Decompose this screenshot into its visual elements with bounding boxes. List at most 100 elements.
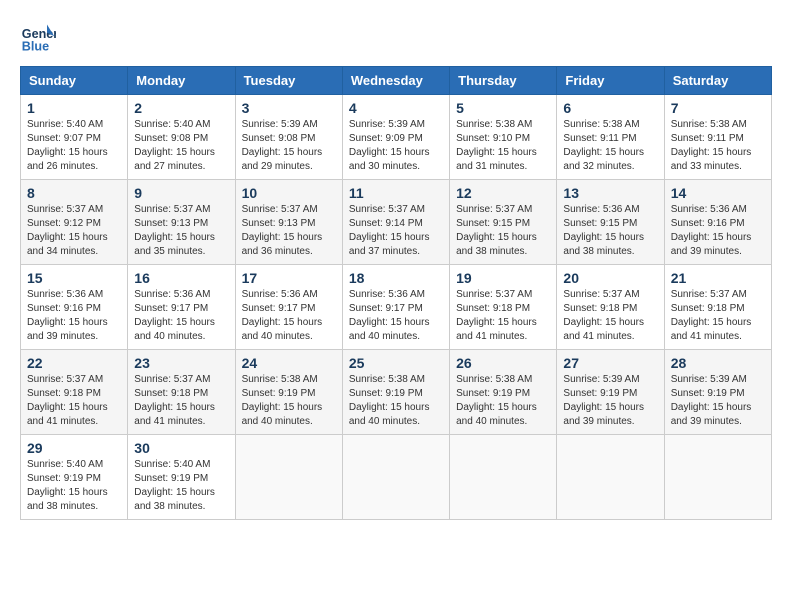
day-number: 20	[563, 270, 657, 286]
day-number: 12	[456, 185, 550, 201]
day-info: Sunrise: 5:36 AM Sunset: 9:17 PM Dayligh…	[349, 288, 443, 344]
svg-text:Blue: Blue	[22, 40, 49, 54]
day-number: 17	[242, 270, 336, 286]
calendar-cell: 19 Sunrise: 5:37 AM Sunset: 9:18 PM Dayli…	[450, 265, 557, 350]
day-info: Sunrise: 5:36 AM Sunset: 9:17 PM Dayligh…	[242, 288, 336, 344]
day-info: Sunrise: 5:38 AM Sunset: 9:19 PM Dayligh…	[349, 373, 443, 429]
logo: General Blue	[20, 20, 56, 56]
day-info: Sunrise: 5:37 AM Sunset: 9:18 PM Dayligh…	[671, 288, 765, 344]
day-number: 10	[242, 185, 336, 201]
calendar-cell	[235, 435, 342, 520]
calendar-cell: 2 Sunrise: 5:40 AM Sunset: 9:08 PM Daylig…	[128, 95, 235, 180]
day-number: 7	[671, 100, 765, 116]
day-info: Sunrise: 5:36 AM Sunset: 9:16 PM Dayligh…	[27, 288, 121, 344]
day-number: 19	[456, 270, 550, 286]
calendar-cell: 30 Sunrise: 5:40 AM Sunset: 9:19 PM Dayli…	[128, 435, 235, 520]
calendar-header-row: SundayMondayTuesdayWednesdayThursdayFrid…	[21, 67, 772, 95]
day-info: Sunrise: 5:36 AM Sunset: 9:16 PM Dayligh…	[671, 203, 765, 259]
day-info: Sunrise: 5:39 AM Sunset: 9:19 PM Dayligh…	[563, 373, 657, 429]
calendar-cell: 14 Sunrise: 5:36 AM Sunset: 9:16 PM Dayli…	[664, 180, 771, 265]
day-info: Sunrise: 5:37 AM Sunset: 9:14 PM Dayligh…	[349, 203, 443, 259]
day-number: 22	[27, 355, 121, 371]
day-info: Sunrise: 5:37 AM Sunset: 9:18 PM Dayligh…	[563, 288, 657, 344]
calendar-cell	[664, 435, 771, 520]
calendar-cell: 10Sunrise: 5:37 AM Sunset: 9:13 PM Dayli…	[235, 180, 342, 265]
day-info: Sunrise: 5:37 AM Sunset: 9:18 PM Dayligh…	[27, 373, 121, 429]
calendar-week-row: 1 Sunrise: 5:40 AM Sunset: 9:07 PM Daylig…	[21, 95, 772, 180]
calendar-cell: 24 Sunrise: 5:38 AM Sunset: 9:19 PM Dayli…	[235, 350, 342, 435]
calendar-cell	[557, 435, 664, 520]
calendar-cell: 28Sunrise: 5:39 AM Sunset: 9:19 PM Dayli…	[664, 350, 771, 435]
calendar-cell: 11 Sunrise: 5:37 AM Sunset: 9:14 PM Dayli…	[342, 180, 449, 265]
day-info: Sunrise: 5:40 AM Sunset: 9:19 PM Dayligh…	[27, 458, 121, 514]
calendar-cell: 16 Sunrise: 5:36 AM Sunset: 9:17 PM Dayli…	[128, 265, 235, 350]
day-number: 25	[349, 355, 443, 371]
logo-icon: General Blue	[20, 20, 56, 56]
day-number: 13	[563, 185, 657, 201]
day-number: 15	[27, 270, 121, 286]
day-number: 3	[242, 100, 336, 116]
day-number: 14	[671, 185, 765, 201]
day-info: Sunrise: 5:38 AM Sunset: 9:11 PM Dayligh…	[563, 118, 657, 174]
day-number: 5	[456, 100, 550, 116]
calendar-body: 1 Sunrise: 5:40 AM Sunset: 9:07 PM Daylig…	[21, 95, 772, 520]
calendar-cell: 1 Sunrise: 5:40 AM Sunset: 9:07 PM Daylig…	[21, 95, 128, 180]
calendar-cell: 22 Sunrise: 5:37 AM Sunset: 9:18 PM Dayli…	[21, 350, 128, 435]
calendar-cell: 17 Sunrise: 5:36 AM Sunset: 9:17 PM Dayli…	[235, 265, 342, 350]
calendar-cell: 29Sunrise: 5:40 AM Sunset: 9:19 PM Dayli…	[21, 435, 128, 520]
weekday-header-thursday: Thursday	[450, 67, 557, 95]
day-number: 28	[671, 355, 765, 371]
calendar-week-row: 29Sunrise: 5:40 AM Sunset: 9:19 PM Dayli…	[21, 435, 772, 520]
day-number: 8	[27, 185, 121, 201]
day-info: Sunrise: 5:38 AM Sunset: 9:19 PM Dayligh…	[242, 373, 336, 429]
day-number: 4	[349, 100, 443, 116]
calendar-cell: 13 Sunrise: 5:36 AM Sunset: 9:15 PM Dayli…	[557, 180, 664, 265]
calendar-cell: 15 Sunrise: 5:36 AM Sunset: 9:16 PM Dayli…	[21, 265, 128, 350]
day-info: Sunrise: 5:39 AM Sunset: 9:09 PM Dayligh…	[349, 118, 443, 174]
day-info: Sunrise: 5:39 AM Sunset: 9:08 PM Dayligh…	[242, 118, 336, 174]
calendar-week-row: 8 Sunrise: 5:37 AM Sunset: 9:12 PM Daylig…	[21, 180, 772, 265]
calendar-cell	[342, 435, 449, 520]
calendar-cell: 25 Sunrise: 5:38 AM Sunset: 9:19 PM Dayli…	[342, 350, 449, 435]
day-number: 23	[134, 355, 228, 371]
weekday-header-sunday: Sunday	[21, 67, 128, 95]
day-info: Sunrise: 5:40 AM Sunset: 9:19 PM Dayligh…	[134, 458, 228, 514]
calendar-cell: 5Sunrise: 5:38 AM Sunset: 9:10 PM Daylig…	[450, 95, 557, 180]
day-info: Sunrise: 5:40 AM Sunset: 9:08 PM Dayligh…	[134, 118, 228, 174]
calendar-cell: 7 Sunrise: 5:38 AM Sunset: 9:11 PM Daylig…	[664, 95, 771, 180]
calendar-cell: 9Sunrise: 5:37 AM Sunset: 9:13 PM Daylig…	[128, 180, 235, 265]
weekday-header-friday: Friday	[557, 67, 664, 95]
day-info: Sunrise: 5:37 AM Sunset: 9:12 PM Dayligh…	[27, 203, 121, 259]
weekday-header-monday: Monday	[128, 67, 235, 95]
day-number: 27	[563, 355, 657, 371]
day-number: 6	[563, 100, 657, 116]
calendar-cell: 27 Sunrise: 5:39 AM Sunset: 9:19 PM Dayli…	[557, 350, 664, 435]
day-info: Sunrise: 5:38 AM Sunset: 9:19 PM Dayligh…	[456, 373, 550, 429]
calendar-week-row: 22 Sunrise: 5:37 AM Sunset: 9:18 PM Dayli…	[21, 350, 772, 435]
calendar-cell: 6 Sunrise: 5:38 AM Sunset: 9:11 PM Daylig…	[557, 95, 664, 180]
day-number: 2	[134, 100, 228, 116]
weekday-header-saturday: Saturday	[664, 67, 771, 95]
day-number: 11	[349, 185, 443, 201]
calendar-cell: 3 Sunrise: 5:39 AM Sunset: 9:08 PM Daylig…	[235, 95, 342, 180]
calendar-cell: 20 Sunrise: 5:37 AM Sunset: 9:18 PM Dayli…	[557, 265, 664, 350]
calendar-cell: 8 Sunrise: 5:37 AM Sunset: 9:12 PM Daylig…	[21, 180, 128, 265]
day-info: Sunrise: 5:36 AM Sunset: 9:17 PM Dayligh…	[134, 288, 228, 344]
day-number: 9	[134, 185, 228, 201]
day-number: 21	[671, 270, 765, 286]
calendar-cell: 12 Sunrise: 5:37 AM Sunset: 9:15 PM Dayli…	[450, 180, 557, 265]
calendar-week-row: 15 Sunrise: 5:36 AM Sunset: 9:16 PM Dayli…	[21, 265, 772, 350]
day-number: 16	[134, 270, 228, 286]
day-number: 24	[242, 355, 336, 371]
day-info: Sunrise: 5:37 AM Sunset: 9:18 PM Dayligh…	[456, 288, 550, 344]
day-info: Sunrise: 5:37 AM Sunset: 9:15 PM Dayligh…	[456, 203, 550, 259]
day-number: 1	[27, 100, 121, 116]
day-number: 26	[456, 355, 550, 371]
day-number: 30	[134, 440, 228, 456]
day-info: Sunrise: 5:36 AM Sunset: 9:15 PM Dayligh…	[563, 203, 657, 259]
page-header: General Blue	[20, 20, 772, 56]
calendar-cell: 23Sunrise: 5:37 AM Sunset: 9:18 PM Dayli…	[128, 350, 235, 435]
day-info: Sunrise: 5:38 AM Sunset: 9:11 PM Dayligh…	[671, 118, 765, 174]
day-info: Sunrise: 5:40 AM Sunset: 9:07 PM Dayligh…	[27, 118, 121, 174]
calendar-table: SundayMondayTuesdayWednesdayThursdayFrid…	[20, 66, 772, 520]
